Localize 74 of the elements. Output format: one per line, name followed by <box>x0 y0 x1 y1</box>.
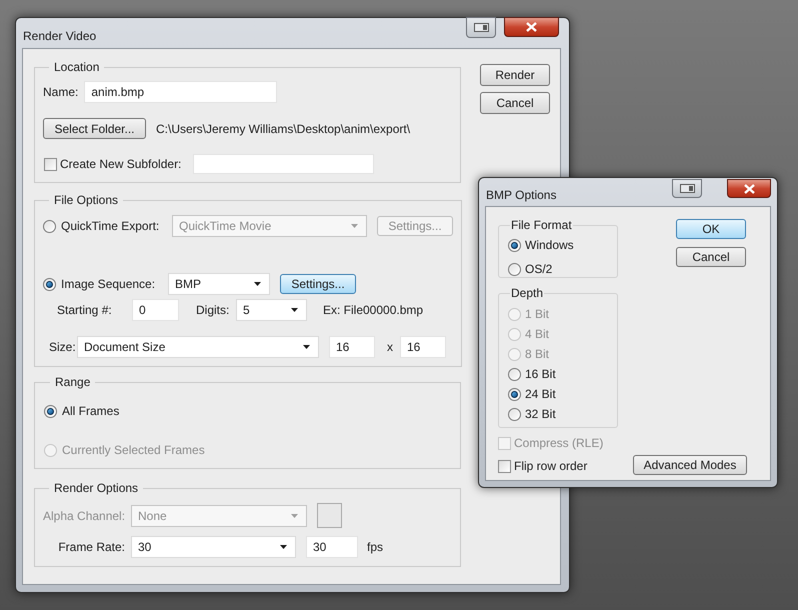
button[interactable]: Advanced Modes <box>633 455 747 475</box>
field-label: Alpha Channel: <box>43 508 126 524</box>
radio-label: 32 Bit <box>525 406 556 423</box>
group-title: File Options <box>53 193 120 208</box>
field-label: Starting #: <box>57 302 113 319</box>
radio-label: OS/2 <box>525 261 552 278</box>
checkbox-label: Create New Subfolder: <box>60 156 182 173</box>
dropdown[interactable]: 5 <box>236 299 307 321</box>
radio-label: QuickTime Export: <box>61 218 160 235</box>
input-field[interactable]: anim.bmp <box>84 81 278 103</box>
caret-icon <box>351 224 358 228</box>
folder-path: C:\Users\Jeremy Williams\Desktop\anim\export\ <box>156 120 410 138</box>
button[interactable]: Settings... <box>280 274 356 294</box>
group-title: Range <box>54 375 92 390</box>
radio-button[interactable] <box>43 278 56 290</box>
window-icon <box>474 23 488 32</box>
window-title: Render Video <box>23 28 96 45</box>
caret-icon <box>254 282 261 286</box>
dropdown[interactable]: Document Size <box>77 336 319 358</box>
radio-button[interactable] <box>508 388 521 400</box>
radio-label: Image Sequence: <box>61 276 156 293</box>
group-title: Render Options <box>53 481 140 496</box>
radio-button[interactable] <box>508 368 521 380</box>
close-icon <box>526 22 537 32</box>
times-sign: x <box>387 339 393 356</box>
close-icon <box>744 184 754 194</box>
checkbox-label: Compress (RLE) <box>514 435 604 452</box>
caret-icon <box>291 308 298 312</box>
window-title: BMP Options <box>486 187 556 204</box>
window-icon <box>680 184 694 193</box>
field-label: Digits: <box>196 302 230 319</box>
radio-label: Currently Selected Frames <box>62 442 205 459</box>
example-text: Ex: File00000.bmp <box>323 302 424 319</box>
radio-label: 16 Bit <box>525 366 556 383</box>
radio-label: 4 Bit <box>525 326 550 343</box>
radio-button[interactable] <box>508 262 521 276</box>
field-label: Frame Rate: <box>57 539 126 556</box>
field-label: Name: <box>43 84 78 101</box>
group-title: File Format <box>510 218 573 233</box>
radio-button[interactable] <box>44 404 57 418</box>
caret-icon <box>280 545 287 549</box>
button[interactable]: Select Folder... <box>43 118 146 139</box>
radio-label: All Frames <box>62 403 120 420</box>
checkbox[interactable] <box>44 158 57 170</box>
checkbox[interactable] <box>498 460 511 472</box>
caret-icon <box>303 345 310 349</box>
dropdown[interactable]: BMP <box>168 273 270 295</box>
caret-icon <box>291 514 298 518</box>
button[interactable]: Render <box>480 64 550 86</box>
input-field[interactable]: 16 <box>329 336 375 358</box>
input-field[interactable]: 0 <box>132 299 179 321</box>
color-swatch[interactable] <box>317 503 342 528</box>
checkbox-label: Flip row order <box>514 458 588 475</box>
radio-label: 1 Bit <box>525 306 550 323</box>
radio-label: 24 Bit <box>525 386 556 403</box>
input-field[interactable] <box>193 154 374 174</box>
radio-label: 8 Bit <box>525 346 550 363</box>
button[interactable]: Cancel <box>676 247 746 267</box>
window-mode-button[interactable] <box>672 179 702 198</box>
close-button[interactable] <box>727 179 771 198</box>
radio-label: Windows <box>525 237 574 254</box>
input-field[interactable]: 30 <box>306 536 358 558</box>
unit-label: fps <box>367 539 384 556</box>
window-mode-button[interactable] <box>466 17 496 38</box>
close-button[interactable] <box>504 17 559 37</box>
button[interactable]: OK <box>676 219 746 239</box>
dropdown[interactable]: 30 <box>131 536 296 558</box>
radio-button[interactable] <box>508 238 521 252</box>
group-title: Location <box>53 60 100 75</box>
group-title: Depth <box>510 286 544 301</box>
field-label: Size: <box>49 339 77 356</box>
button[interactable]: Cancel <box>480 92 550 114</box>
input-field[interactable]: 16 <box>400 336 446 358</box>
radio-button[interactable] <box>508 408 521 420</box>
